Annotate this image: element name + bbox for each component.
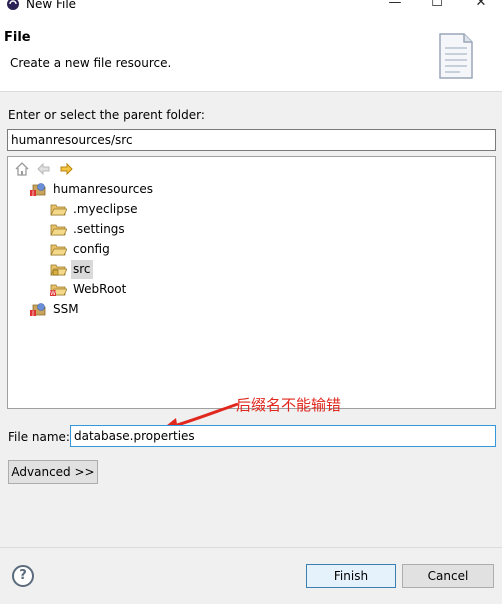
file-document-icon [439,33,473,79]
finish-button[interactable]: Finish [306,564,396,588]
tree-item-label: humanresources [53,182,154,196]
svg-text:J: J [31,310,34,317]
advanced-button[interactable]: Advanced >> [8,460,98,484]
project-icon: J [30,183,46,197]
folder-tree[interactable]: J humanresources .myeclipse .settings co… [7,156,496,409]
eclipse-app-icon [7,0,19,10]
folder-icon [50,244,67,256]
forward-arrow-icon[interactable] [58,161,74,177]
close-button[interactable]: ✕ [466,0,496,12]
web-folder-icon: W [50,284,67,297]
minimize-button[interactable]: — [380,0,410,12]
separator [0,547,502,548]
project-icon: J [30,303,46,317]
cancel-button[interactable]: Cancel [402,564,494,588]
tree-item-label: config [73,242,110,256]
annotation-text: 后缀名不能输错 [236,396,342,414]
maximize-button[interactable]: ☐ [422,0,452,12]
folder-icon [50,224,67,236]
tree-item-label: .settings [73,222,125,236]
title-bar: New File — ☐ ✕ [0,0,502,12]
home-icon[interactable] [14,161,30,177]
source-folder-icon [50,264,67,276]
parent-folder-input[interactable] [7,129,496,151]
tree-item-label: WebRoot [73,282,127,296]
tree-item-label: .myeclipse [73,202,138,216]
window-title: New File [26,0,77,11]
file-name-label: File name: [8,430,70,444]
wizard-header: File Create a new file resource. [0,12,502,92]
back-arrow-icon[interactable] [36,161,52,177]
page-title: File [4,30,31,45]
svg-text:J: J [31,190,34,197]
parent-folder-label: Enter or select the parent folder: [8,108,205,122]
tree-item-label: SSM [53,302,79,316]
tree-item-label: src [71,260,93,279]
folder-icon [50,204,67,216]
file-name-input[interactable] [70,425,496,447]
page-description: Create a new file resource. [10,56,172,70]
svg-text:W: W [50,290,56,297]
help-button[interactable]: ? [12,565,34,587]
